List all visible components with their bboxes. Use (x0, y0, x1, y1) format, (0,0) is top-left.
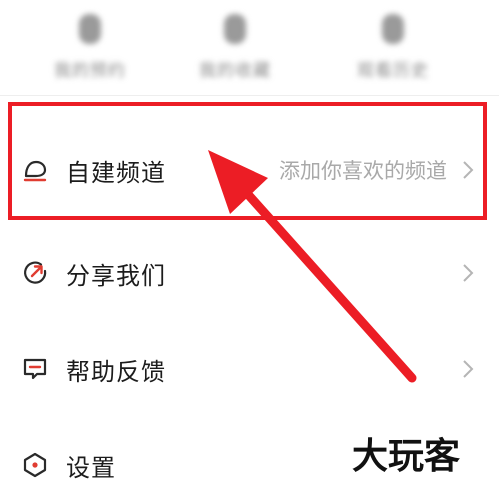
menu-item-label: 设置 (66, 453, 116, 482)
menu-item-label: 自建频道 (66, 158, 166, 187)
menu-item-label: 帮助反馈 (66, 357, 166, 386)
menu-item-label: 分享我们 (66, 261, 166, 290)
divider (0, 95, 499, 96)
bell-outline-icon (20, 155, 50, 185)
menu-item-help-feedback[interactable]: 帮助反馈 (0, 334, 499, 404)
menu-item-share[interactable]: 分享我们 (0, 238, 499, 308)
stat-count: 0 (224, 14, 246, 44)
stat-label: 我的收藏 (199, 61, 271, 81)
chevron-right-icon (461, 158, 475, 182)
chevron-right-icon (461, 357, 475, 381)
profile-page: 0 我的预约 0 我的收藏 0 观看历史 自建频道 添加你喜欢的频道 分享我们 … (0, 0, 499, 482)
stat-favorites[interactable]: 0 我的收藏 (175, 14, 295, 81)
menu-item-create-channel[interactable]: 自建频道 添加你喜欢的频道 (0, 135, 499, 205)
menu-item-hint: 添加你喜欢的频道 (279, 159, 447, 183)
stat-history[interactable]: 0 观看历史 (333, 14, 453, 81)
stats-row: 0 我的预约 0 我的收藏 0 观看历史 (0, 0, 499, 95)
settings-hexagon-icon (20, 450, 50, 480)
stat-label: 观看历史 (357, 61, 429, 81)
watermark-logo: 大玩客 (350, 432, 490, 477)
share-circle-arrow-icon (20, 258, 50, 288)
stat-reservations[interactable]: 0 我的预约 (30, 14, 150, 81)
feedback-chat-icon (20, 354, 50, 384)
stat-label: 我的预约 (54, 61, 126, 81)
stat-count: 0 (382, 14, 404, 44)
watermark-text: 大玩客 (352, 436, 460, 476)
chevron-right-icon (461, 261, 475, 285)
stat-count: 0 (79, 14, 101, 44)
